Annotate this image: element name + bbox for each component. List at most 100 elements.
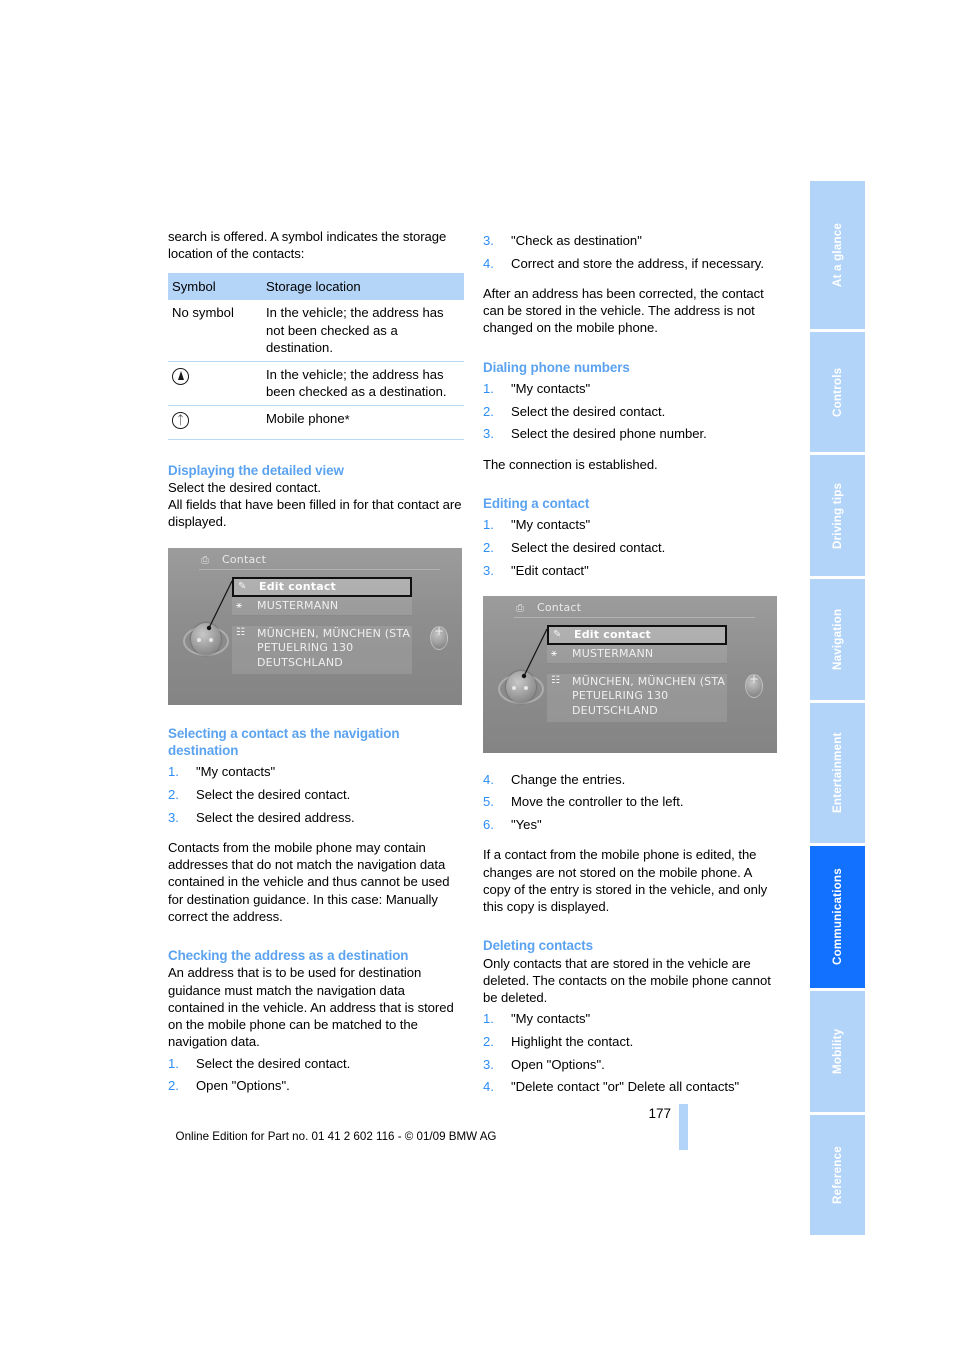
detailed-view-line1: Select the desired contact. <box>168 480 321 496</box>
list-item: 6. "Yes" <box>483 816 779 833</box>
plus-button-illustration <box>745 672 763 698</box>
checking-address-continued-note: After an address has been corrected, the… <box>483 285 764 336</box>
step-number: 2. <box>168 1078 179 1094</box>
intro-paragraph: search is offered. A symbol indicates th… <box>168 229 447 262</box>
menu-item-edit-contact: ✎ Edit contact <box>232 576 412 597</box>
list-item: 3. "Edit contact" <box>483 562 779 579</box>
step-number: 4. <box>483 771 494 787</box>
table-header-symbol: Symbol <box>168 273 262 301</box>
step-text: "My contacts" <box>196 764 276 780</box>
address-book-icon: ☷ <box>236 626 245 638</box>
step-number: 1. <box>483 1011 494 1027</box>
controller-knob <box>191 622 221 655</box>
list-item: 3. "Check as destination" <box>483 232 779 249</box>
tab-entertainment[interactable]: Entertainment <box>810 703 865 843</box>
screen-title: Contact <box>222 552 267 566</box>
step-number: 1. <box>168 764 179 780</box>
pencil-edit-icon: ✎ <box>238 580 247 592</box>
pencil-edit-icon: ✎ <box>553 628 562 640</box>
table-header-storage-location: Storage location <box>262 273 464 301</box>
idrive-controller-illustration <box>183 620 229 660</box>
address-line-2: PETUELRING 130 <box>572 689 669 703</box>
address-line-3: DEUTSCHLAND <box>572 703 658 717</box>
menu-item-contact-name-label: MUSTERMANN <box>257 598 339 612</box>
controller-dot-left <box>512 685 516 690</box>
step-text: Highlight the contact. <box>511 1033 634 1049</box>
step-text: "Edit contact" <box>511 562 589 578</box>
tab-mobility[interactable]: Mobility <box>810 991 865 1112</box>
checking-address-note: An address that is to be used for destin… <box>168 965 454 1050</box>
table-row: No symbol In the vehicle; the address ha… <box>168 300 464 363</box>
step-number: 3. <box>483 1056 494 1072</box>
step-number: 1. <box>483 517 494 533</box>
dialing-note: The connection is established. <box>483 456 658 472</box>
address-line-2: PETUELRING 130 <box>257 641 354 655</box>
tab-at-a-glance[interactable]: At a glance <box>810 181 865 329</box>
footer-note: Online Edition for Part no. 01 41 2 602 … <box>175 1130 497 1143</box>
left-column: search is offered. A symbol indicates th… <box>168 228 464 1094</box>
nav-destination-note: Contacts from the mobile phone may conta… <box>168 840 450 924</box>
step-number: 3. <box>483 426 494 442</box>
tab-navigation[interactable]: Navigation <box>810 579 865 700</box>
list-item: 1. "My contacts" <box>483 516 779 533</box>
cell-location-mobile-phone: Mobile phone* <box>262 405 464 440</box>
heading-displaying-detailed-view: Displaying the detailed view <box>168 462 344 478</box>
tab-label: At a glance <box>831 222 844 288</box>
tab-label: Communications <box>831 868 844 966</box>
detailed-view-line2: All fields that have been filled in for … <box>168 497 462 530</box>
step-text: Select the desired contact. <box>511 539 666 555</box>
screen-address-block: ☷ MÜNCHEN, MÜNCHEN (STA PETUELRING 130 D… <box>232 625 412 675</box>
checking-address-steps-continued: 3. "Check as destination" 4. Correct and s… <box>483 232 779 272</box>
tab-communications[interactable]: Communications <box>810 846 865 988</box>
symbol-storage-table: Symbol Storage location No symbol In the… <box>168 273 464 440</box>
step-text: Move the controller to the left. <box>511 794 684 810</box>
step-number: 2. <box>483 403 494 419</box>
step-text: Select the desired contact. <box>196 1055 351 1071</box>
list-item: 3. Open "Options". <box>483 1056 779 1073</box>
tab-label: Controls <box>831 367 844 417</box>
symbol-table-wrapper: Symbol Storage location No symbol In the… <box>168 273 464 440</box>
tab-label: Entertainment <box>831 732 844 814</box>
list-item: 4. Change the entries. <box>483 771 779 788</box>
screen-menu-list: ✎ Edit contact ⚹ MUSTERMANN <box>547 624 727 664</box>
idrive-controller-illustration <box>498 668 544 708</box>
person-icon: ⚹ <box>236 599 243 611</box>
step-number: 4. <box>483 255 494 271</box>
step-text: Correct and store the address, if necess… <box>511 255 765 271</box>
tab-label: Navigation <box>831 608 844 671</box>
cell-symbol-none: No symbol <box>168 300 262 363</box>
menu-item-edit-contact-label: Edit contact <box>259 579 337 593</box>
step-text: Select the desired contact. <box>511 403 666 419</box>
step-text: Select the desired address. <box>196 809 355 825</box>
step-text: "My contacts" <box>511 1011 591 1027</box>
step-number: 3. <box>483 233 494 248</box>
list-item: 4. "Delete contact "or" Delete all contac… <box>483 1078 779 1095</box>
step-text: "My contacts" <box>511 380 591 396</box>
step-number: 6. <box>483 817 494 833</box>
tab-driving-tips[interactable]: Driving tips <box>810 455 865 576</box>
controller-knob <box>506 670 536 703</box>
page-marker-bar <box>679 1104 688 1150</box>
heading-editing-contact: Editing a contact <box>483 495 590 511</box>
tab-controls[interactable]: Controls <box>810 332 865 452</box>
step-text: "Check as destination" <box>511 233 642 248</box>
cell-location-navigation: In the vehicle; the address has been che… <box>262 361 464 407</box>
screen-titlebar: ⎙ Contact <box>199 552 440 570</box>
list-item: 2. Select the desired contact. <box>168 786 464 803</box>
person-icon: ⚹ <box>551 647 558 659</box>
step-number: 3. <box>168 809 179 825</box>
list-item: 4. Correct and store the address, if nece… <box>483 255 779 272</box>
list-item: 3. Select the desired phone number. <box>483 425 779 442</box>
list-item: 1. "My contacts" <box>168 763 464 780</box>
bluetooth-circle-icon: ᛏ <box>172 412 189 430</box>
screen-title: Contact <box>537 600 582 614</box>
idrive-screenshot-edit-contact: ⎙ Contact ✎ Edit contact ⚹ MUSTERMANN ☷ … <box>483 595 777 753</box>
navigation-arrow-circle-icon <box>172 368 189 386</box>
idrive-screenshot-contact-detail: ⎙ Contact ✎ Edit contact ⚹ MUSTERMANN ☷ … <box>168 547 462 705</box>
tab-label: Driving tips <box>831 482 844 549</box>
cell-symbol-bluetooth: ᛏ <box>168 405 262 440</box>
asterisk-footnote-marker: * <box>344 412 350 428</box>
list-item: 2. Highlight the contact. <box>483 1033 779 1050</box>
heading-dialing-phone-numbers: Dialing phone numbers <box>483 359 630 375</box>
list-item: 1. "My contacts" <box>483 380 779 397</box>
